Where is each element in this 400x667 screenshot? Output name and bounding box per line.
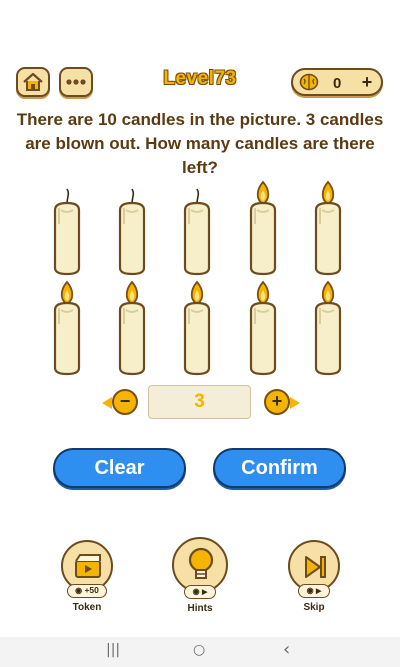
token-reward-label: Token (72, 602, 102, 613)
candle-flame-icon (314, 180, 342, 276)
candle-flame-icon (249, 280, 277, 376)
candle-flame-icon (118, 280, 146, 376)
lightbulb-icon (188, 547, 214, 579)
token-reward-amount: +50 (84, 585, 99, 595)
status-bar-area (0, 0, 400, 60)
play-icon: ▶ (315, 588, 322, 595)
increment-button[interactable]: + (264, 389, 300, 415)
lit-candle (243, 180, 283, 276)
skip-forward-icon (305, 556, 326, 578)
lit-candle (243, 280, 283, 376)
skip-video-badge: ◉ ▶ (298, 584, 330, 598)
puzzle-question: There are 10 candles in the picture. 3 c… (16, 110, 384, 177)
lit-candle (177, 280, 217, 376)
candle-flame-icon (53, 280, 81, 376)
lit-candle (47, 280, 87, 376)
lit-candle (308, 280, 348, 376)
hints-video-badge: ◉ ▶ (184, 585, 216, 599)
blown-out-candle (177, 180, 217, 276)
lit-candle (308, 180, 348, 276)
confirm-button[interactable]: Confirm (213, 448, 346, 488)
candle-wick-icon (183, 188, 211, 276)
system-nav-bar: ||| ○ ‹ (0, 637, 400, 667)
candle-grid (0, 180, 400, 380)
clear-button[interactable]: Clear (53, 448, 186, 488)
answer-value: 3 (148, 385, 251, 419)
add-tokens-button[interactable]: + (357, 72, 377, 92)
lit-candle (112, 280, 152, 376)
candle-wick-icon (118, 188, 146, 276)
token-balance: 0 + (291, 68, 383, 96)
token-reward-badge: ◉ +50 (67, 584, 107, 598)
video-clapper-icon (75, 554, 101, 578)
decrement-button[interactable]: − (102, 389, 138, 415)
candle-flame-icon (249, 180, 277, 276)
back-nav-button[interactable]: ‹ (283, 639, 290, 660)
candle-flame-icon (183, 280, 211, 376)
brain-icon: ◉ (75, 586, 83, 595)
play-icon: ▶ (201, 589, 208, 596)
blown-out-candle (112, 180, 152, 276)
recents-nav-button[interactable]: ||| (106, 642, 120, 658)
hints-label: Hints (187, 603, 213, 614)
blown-out-candle (47, 180, 87, 276)
home-nav-button[interactable]: ○ (193, 642, 205, 658)
skip-label: Skip (303, 602, 325, 613)
candle-wick-icon (53, 188, 81, 276)
brain-icon: ◉ (192, 587, 200, 596)
brain-icon (299, 73, 319, 91)
brain-icon: ◉ (306, 586, 314, 595)
candle-flame-icon (314, 280, 342, 376)
token-count: 0 (333, 75, 342, 92)
